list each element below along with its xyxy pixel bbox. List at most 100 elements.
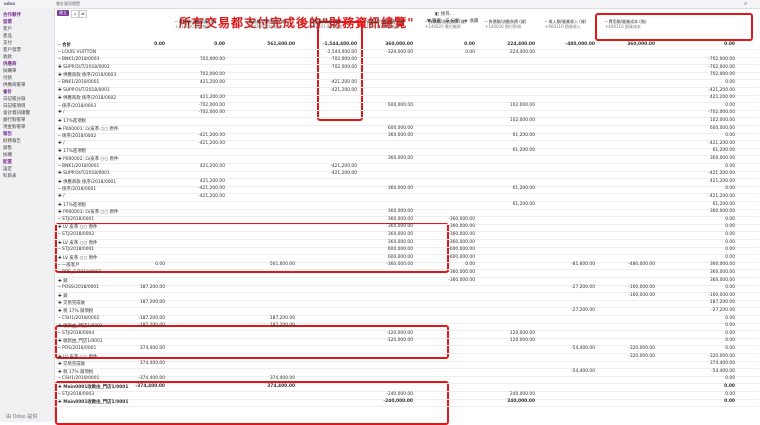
row-header[interactable]: ✚ SUPP.OUT/2018/0001: [58, 88, 110, 93]
row-header[interactable]: ✚ /: [58, 110, 65, 115]
row-header[interactable]: ✚ 17%進項稅: [58, 118, 86, 124]
row-header[interactable]: ✚ /: [58, 141, 65, 146]
table-row[interactable]: ✚ Main0001收款由_門店1/0001 -240,000.00 240,000…: [55, 398, 759, 408]
sidebar-item[interactable]: 產品: [3, 33, 12, 39]
odoo-logo[interactable]: odoo: [4, 1, 30, 6]
table-cell: -160,000.00: [708, 292, 735, 298]
row-header[interactable]: ─ STJ/2018/0002: [58, 232, 94, 237]
sidebar-item[interactable]: 會計: [3, 89, 12, 95]
sidebar-item[interactable]: 支付: [3, 40, 12, 46]
sidebar-item[interactable]: 設定: [3, 166, 12, 172]
row-header[interactable]: ✚ Main0001收款由_門店1/0001: [58, 384, 128, 390]
sidebar-item[interactable]: 客戶: [3, 26, 12, 32]
sidebar-item[interactable]: 採購: [3, 152, 12, 158]
row-header[interactable]: ✚ LV 皮革 ○○ 原件: [58, 255, 97, 261]
row-header[interactable]: ─ BNK1/2018/0003: [58, 57, 99, 62]
row-header[interactable]: ─ 係序/2018/0001: [58, 186, 96, 192]
row-header[interactable]: ─ STJ/2018/0004: [58, 331, 94, 336]
row-header[interactable]: ✚ /: [58, 194, 65, 199]
row-header[interactable]: ✚ 交易完成後: [58, 361, 85, 367]
row-header[interactable]: ─ LOUIS VUITTON: [58, 50, 96, 55]
row-header[interactable]: ✚ SUPP.OUT/2018/0001: [58, 171, 110, 176]
sidebar-item[interactable]: 收款: [3, 54, 12, 60]
table-cell: 374,400.00: [269, 376, 295, 382]
row-header[interactable]: ─ 係序/2018/0002: [58, 133, 96, 139]
row-header[interactable]: ─ STJ/2018/0001: [58, 247, 94, 252]
row-header[interactable]: ─ CSH1/2018/0001: [58, 376, 99, 381]
row-header[interactable]: ✚ Main0001收款由_門店1/0001: [58, 399, 128, 405]
sidebar-item[interactable]: 銀行對帳單: [3, 117, 26, 123]
subcolumn-header[interactable]: +140020 應付帳款: [425, 24, 461, 30]
table-cell: -160,000.00: [628, 292, 655, 298]
table-cell: 600,000.00: [387, 254, 413, 260]
subcolumn-header[interactable]: +600110 銷貨收入: [545, 24, 581, 30]
table-cell: 61,200.00: [512, 133, 535, 139]
row-header[interactable]: ─ BNK1/2018/0001: [58, 164, 99, 169]
expand-icon[interactable]: ⇄: [79, 10, 87, 18]
sidebar-item[interactable]: 日記帳項目: [3, 103, 26, 109]
table-cell: 61,200.00: [712, 201, 735, 207]
row-header[interactable]: ✚ P000002: LV皮革 ○○ 原件: [58, 156, 118, 162]
sidebar-item[interactable]: 客戶發票: [3, 47, 21, 53]
row-header[interactable]: ─ BNK1/2018/0001: [58, 80, 99, 85]
row-header[interactable]: ✚ 17%進項稅: [58, 202, 86, 208]
sidebar-item[interactable]: 會計資訊總覽: [3, 110, 30, 116]
subcolumn-header[interactable]: +100101 庫存現金: [307, 24, 343, 30]
row-header[interactable]: ─ POS/2018/0001: [58, 346, 96, 351]
sidebar-item[interactable]: 採購單: [3, 68, 17, 74]
row-header[interactable]: ✚ LV 皮革 ○○ 原件: [58, 354, 97, 360]
sidebar-item[interactable]: 發票: [3, 19, 12, 25]
sidebar-item[interactable]: 財務報告: [3, 138, 21, 144]
row-header[interactable]: ─ 一般客戶: [58, 262, 80, 268]
row-header[interactable]: ✚ 收款由_門店1/0001: [58, 338, 103, 344]
sidebar-item[interactable]: 付款: [3, 75, 12, 81]
row-header[interactable]: ─ POS_C/2018/0001: [58, 270, 102, 275]
row-header[interactable]: ✚ SUPP.OUT/2018/0002: [58, 65, 110, 70]
row-header[interactable]: ✚ P000001: LV皮革 ○○ 原件: [58, 126, 118, 132]
sidebar-item[interactable]: 科目表: [3, 173, 17, 179]
row-header[interactable]: ─ POSS/2018/0001: [58, 285, 99, 290]
table-cell: 374,400.00: [709, 361, 735, 367]
row-header[interactable]: ✚ 銷: [58, 293, 67, 299]
row-header[interactable]: ✚ 收款由_門店1/0001: [58, 323, 103, 329]
subcolumn-header[interactable]: +640110 銷貨成本: [605, 24, 641, 30]
sidebar-item[interactable]: 供應商帳單: [3, 82, 26, 88]
row-header[interactable]: ✚ 稅 17% 銷項稅: [58, 369, 93, 375]
table-cell: 421,200.00: [709, 95, 735, 101]
row-header[interactable]: ✚ 交易完成後: [58, 300, 85, 306]
sidebar-item[interactable]: 合作夥伴: [3, 12, 21, 18]
sidebar-item[interactable]: 現金對帳單: [3, 124, 26, 130]
subcolumn-header[interactable]: +140010 應收帳款: [363, 24, 399, 30]
row-header[interactable]: ─ 係序/2018/0003: [58, 103, 96, 109]
table-cell: 360,000.00: [385, 42, 413, 47]
sidebar-item[interactable]: 銷售: [3, 145, 12, 151]
create-button[interactable]: 建立: [57, 10, 69, 16]
row-header[interactable]: ─ STJ/2018/0001: [58, 217, 94, 222]
row-header[interactable]: ✚ P000003: LV皮革 ○○ 原件: [58, 209, 118, 215]
row-header[interactable]: ✚ 稅 17% 銷項稅: [58, 308, 93, 314]
search-input[interactable]: ◧ 搜尋...: [435, 11, 454, 17]
sidebar-item[interactable]: 報告: [3, 131, 12, 137]
search-icon[interactable]: ⌕: [744, 0, 747, 8]
row-header[interactable]: ✚ LV 皮革 ○○ 原件: [58, 240, 97, 246]
sidebar-item[interactable]: 日記帳分錄: [3, 96, 26, 102]
subcolumn-header[interactable]: +220200 應付帳款: [245, 24, 281, 30]
row-header[interactable]: ─ CSH1/2018/0002: [58, 316, 99, 321]
subcolumn-header[interactable]: +140030 預付款項: [485, 24, 521, 30]
row-header[interactable]: ✚ 銷: [58, 278, 67, 284]
row-header[interactable]: ─ STJ/2018/0003: [58, 392, 94, 397]
sidebar-item[interactable]: 配置: [3, 159, 12, 165]
table-cell: 0.00: [154, 42, 165, 47]
row-header[interactable]: ✚ LV 皮革 ○○ 原件: [58, 224, 97, 230]
row-header[interactable]: ✚ 17%進項稅: [58, 148, 86, 154]
download-icon[interactable]: ↓: [71, 10, 79, 18]
table-cell: 360,000.00: [627, 42, 655, 47]
row-header[interactable]: ✚ 供應商款 係序/2018/0003: [58, 72, 116, 78]
row-header[interactable]: ─ 合計: [58, 42, 71, 48]
row-header[interactable]: ✚ 供應商款 係序/2018/0001: [58, 179, 116, 185]
subcolumn-header[interactable]: +112000 應收帳款: [175, 24, 211, 30]
sidebar-item[interactable]: 供應商: [3, 61, 17, 67]
table-cell: 360,000.00: [709, 156, 735, 161]
table-cell: -421,200.00: [198, 133, 225, 139]
row-header[interactable]: ✚ 供應商款 係序/2018/0002: [58, 95, 116, 101]
